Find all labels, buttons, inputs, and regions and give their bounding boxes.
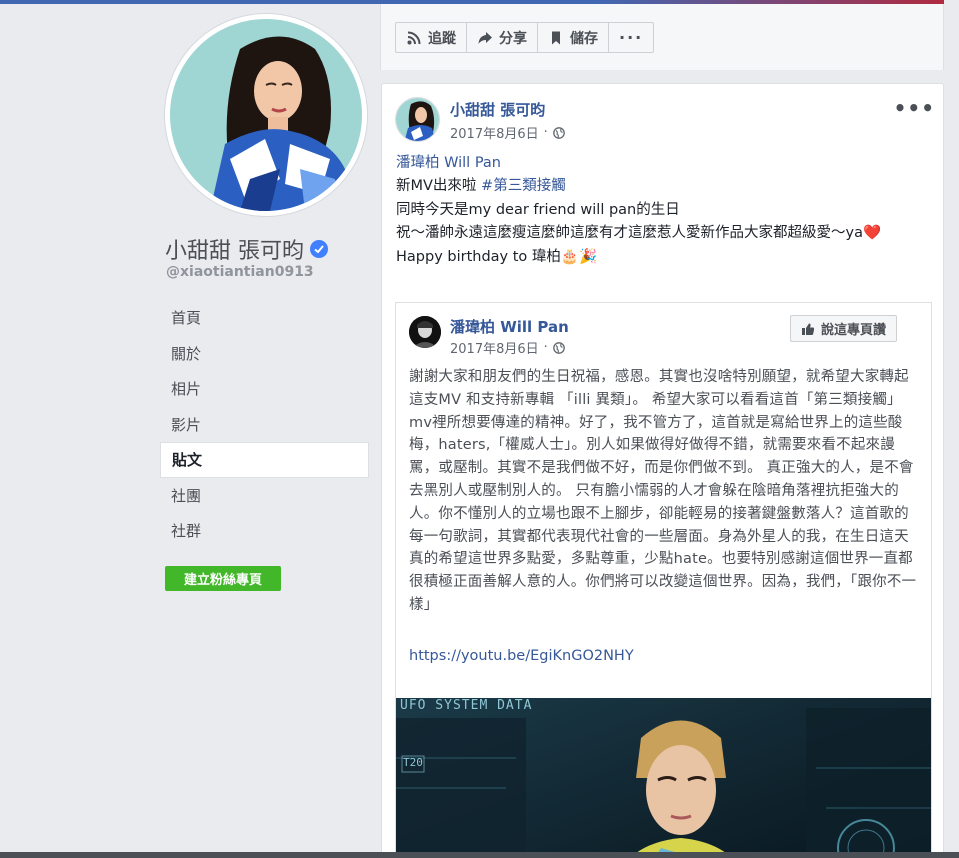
follow-label: 追蹤: [428, 30, 456, 47]
share-label: 分享: [499, 30, 527, 47]
youtube-link[interactable]: https://youtu.be/EgiKnGO2NHY: [409, 648, 634, 664]
shared-date[interactable]: 2017年8月6日: [450, 338, 539, 357]
profile-avatar-image: [170, 19, 362, 211]
nav-item-home[interactable]: 首頁: [160, 300, 369, 336]
post-author-avatar[interactable]: [395, 97, 440, 142]
page-name-text: 小甜甜 張可昀: [165, 239, 304, 264]
save-button[interactable]: 儲存: [538, 23, 609, 52]
share-button[interactable]: 分享: [467, 23, 538, 52]
more-options-button[interactable]: ···: [609, 23, 653, 52]
page-action-bar: 追蹤 分享 儲存 ···: [380, 4, 944, 70]
nav-item-community[interactable]: 社群: [160, 513, 369, 549]
thumbs-up-icon: [801, 323, 815, 335]
hashtag-link[interactable]: #第三類接觸: [481, 178, 566, 194]
video-overlay-text: UFO SYSTEM DATA: [400, 698, 533, 713]
shared-author-name[interactable]: 潘瑋柏 Will Pan: [450, 316, 569, 337]
like-page-label: 說這專頁讚: [820, 323, 886, 338]
post-author-name[interactable]: 小甜甜 張可昀: [450, 99, 545, 120]
bookmark-icon: [552, 31, 560, 44]
nav-item-posts[interactable]: 貼文: [160, 442, 369, 478]
shared-post: 潘瑋柏 Will Pan 2017年8月6日 · 說這專頁讚 謝謝大家和朋友們的…: [395, 302, 932, 858]
nav-item-about[interactable]: 關於: [160, 336, 369, 372]
page-username: @xiaotiantian0913: [166, 264, 314, 280]
shared-meta: 2017年8月6日 ·: [450, 338, 565, 357]
nav-item-groups[interactable]: 社團: [160, 478, 369, 514]
page-nav: 首頁 關於 相片 影片 貼文 社團 社群: [160, 300, 369, 549]
post-line-3: 同時今天是my dear friend will pan的生日: [396, 201, 680, 218]
post-line-4: 祝～潘帥永遠這麼瘦這麼帥這麼有才這麼惹人愛新作品大家都超級愛～ya❤️: [396, 225, 882, 242]
nav-item-photos[interactable]: 相片: [160, 371, 369, 407]
mention-link[interactable]: 潘瑋柏 Will Pan: [396, 155, 501, 171]
verified-check-icon: [310, 240, 328, 258]
share-arrow-icon: [478, 31, 492, 44]
globe-icon: [552, 341, 565, 354]
globe-icon: [552, 126, 565, 139]
video-hud-label: T20: [403, 756, 423, 769]
post-options-icon[interactable]: •••: [894, 96, 935, 120]
like-page-button[interactable]: 說這專頁讚: [789, 315, 897, 342]
action-button-group: 追蹤 分享 儲存 ···: [395, 22, 655, 53]
save-label: 儲存: [570, 30, 598, 47]
create-page-button[interactable]: 建立粉絲專頁: [165, 566, 281, 591]
post-card: 小甜甜 張可昀 2017年8月6日 · ••• 潘瑋柏 Will Pan 新MV…: [381, 83, 944, 858]
page-title: 小甜甜 張可昀: [165, 233, 328, 265]
post-date[interactable]: 2017年8月6日: [450, 123, 539, 142]
right-gutter: [944, 0, 959, 858]
shared-text: 謝謝大家和朋友們的生日祝福，感恩。其實也沒啥特別願望，就希望大家轉起這支MV 和…: [409, 369, 917, 613]
video-thumbnail[interactable]: UFO SYSTEM DATA T20: [396, 698, 931, 858]
post-text: 潘瑋柏 Will Pan 新MV出來啦 #第三類接觸 同時今天是my dear …: [396, 152, 931, 269]
shared-author-avatar[interactable]: [409, 316, 441, 348]
post-meta: 2017年8月6日 ·: [450, 123, 565, 142]
follow-button[interactable]: 追蹤: [396, 23, 467, 52]
post-line-5: Happy birthday to 瑋柏🎂🎉: [396, 248, 598, 265]
profile-picture[interactable]: [165, 14, 367, 216]
more-options-icon: ···: [619, 28, 644, 47]
taskbar-edge: [0, 852, 959, 858]
nav-item-videos[interactable]: 影片: [160, 407, 369, 443]
post-line-2a: 新MV出來啦: [396, 178, 482, 195]
rss-icon: [407, 31, 421, 44]
